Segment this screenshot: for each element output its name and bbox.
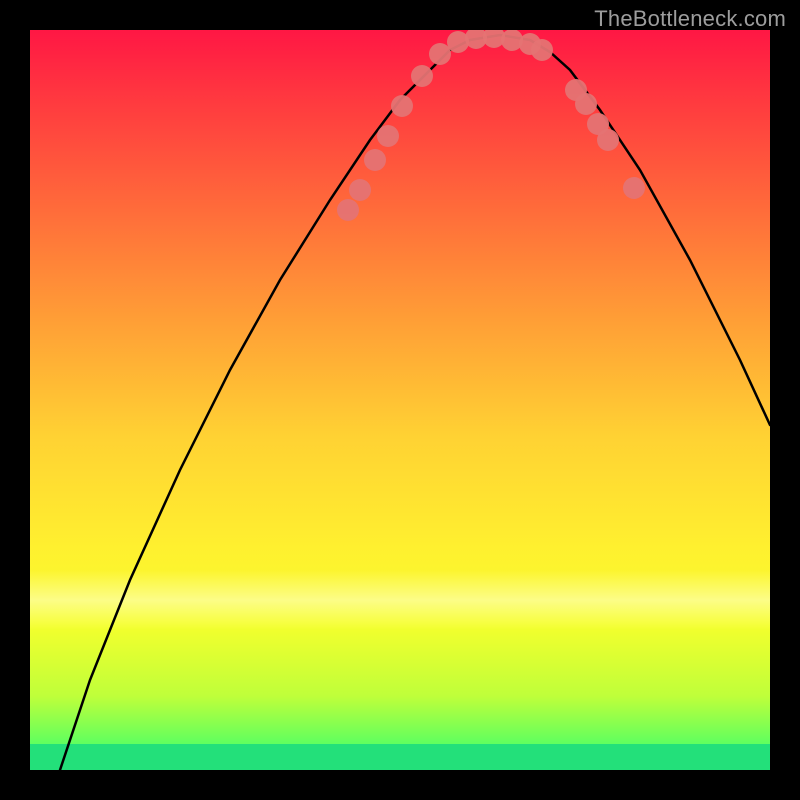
marker-dot [411,65,433,87]
marker-dot [623,177,645,199]
marker-dot [377,125,399,147]
watermark-text: TheBottleneck.com [594,6,786,32]
bottleneck-curve [60,35,770,770]
marker-dot [597,129,619,151]
marker-dot [575,93,597,115]
plot-area [30,30,770,770]
marker-dot [337,199,359,221]
marker-dot [364,149,386,171]
curve-svg [30,30,770,770]
marker-dot [349,179,371,201]
marker-dot [391,95,413,117]
marker-dot [531,39,553,61]
